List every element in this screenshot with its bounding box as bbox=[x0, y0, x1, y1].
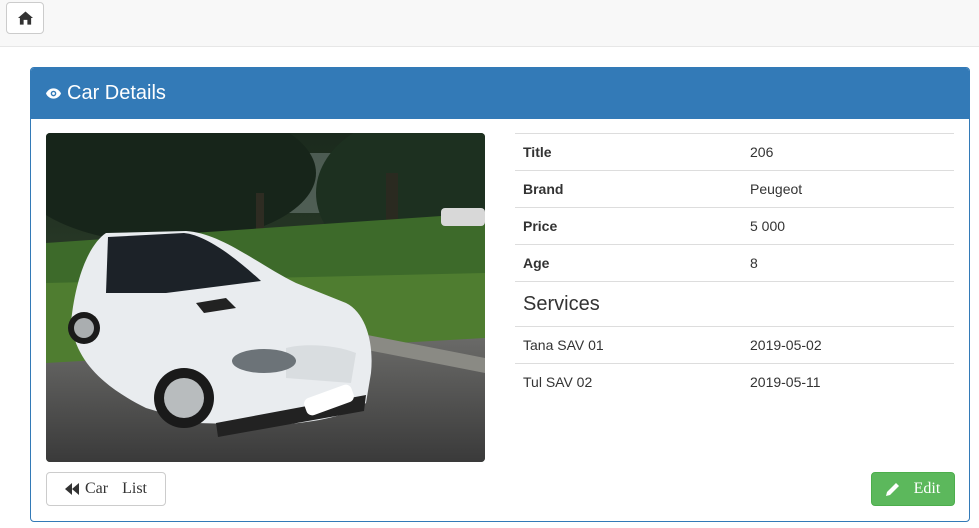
detail-label: Age bbox=[515, 244, 742, 282]
detail-label: Price bbox=[515, 207, 742, 245]
car-details-table: Title 206 Brand Peugeot Price 5 000 Age … bbox=[515, 133, 954, 400]
eye-icon bbox=[46, 88, 61, 99]
table-row: Price 5 000 bbox=[515, 207, 954, 245]
detail-value: 206 bbox=[742, 133, 954, 171]
home-button[interactable] bbox=[6, 2, 44, 34]
detail-label: Title bbox=[515, 133, 742, 171]
edit-button[interactable]: Edit bbox=[871, 472, 955, 506]
services-heading-row: Services bbox=[515, 281, 954, 327]
detail-label: Brand bbox=[515, 170, 742, 208]
service-date: 2019-05-11 bbox=[742, 363, 954, 400]
table-row: Age 8 bbox=[515, 244, 954, 282]
car-photo bbox=[46, 133, 485, 462]
table-row: Tana SAV 01 2019-05-02 bbox=[515, 326, 954, 364]
services-heading: Services bbox=[515, 281, 954, 327]
service-date: 2019-05-02 bbox=[742, 326, 954, 364]
car-list-label: Car List bbox=[85, 480, 147, 497]
top-navbar bbox=[0, 0, 979, 47]
panel-heading: Car Details bbox=[31, 68, 969, 119]
panel-title: Car Details bbox=[67, 82, 166, 104]
table-row: Title 206 bbox=[515, 133, 954, 171]
fast-backward-icon bbox=[65, 483, 79, 495]
service-name: Tana SAV 01 bbox=[515, 326, 742, 364]
edit-label: Edit bbox=[913, 480, 941, 497]
car-list-button[interactable]: Car List bbox=[46, 472, 166, 506]
detail-value: Peugeot bbox=[742, 170, 954, 208]
table-row: Tul SAV 02 2019-05-11 bbox=[515, 363, 954, 400]
detail-value: 8 bbox=[742, 244, 954, 282]
car-details-panel: Car Details Title 206 Brand Peugeot Pric… bbox=[30, 67, 970, 522]
home-icon bbox=[17, 11, 33, 25]
detail-value: 5 000 bbox=[742, 207, 954, 245]
table-row: Brand Peugeot bbox=[515, 170, 954, 208]
service-name: Tul SAV 02 bbox=[515, 363, 742, 400]
pencil-icon bbox=[885, 483, 899, 496]
